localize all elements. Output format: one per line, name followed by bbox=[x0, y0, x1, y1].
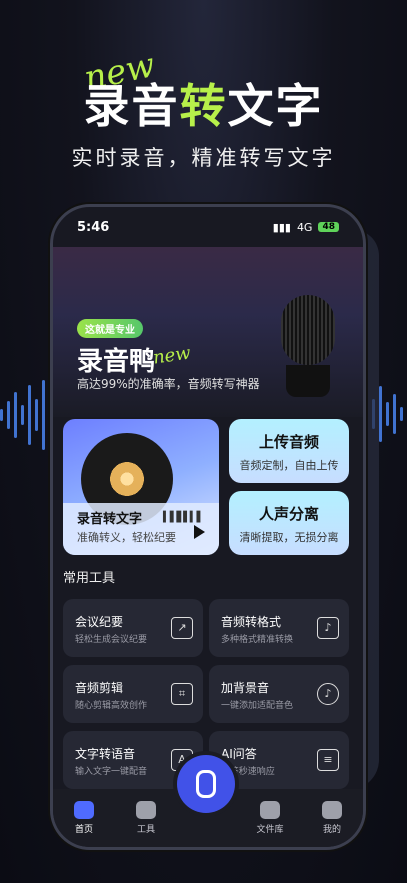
play-icon[interactable] bbox=[194, 525, 205, 539]
battery-icon: 48 bbox=[318, 222, 339, 232]
tab-home[interactable]: 首页 bbox=[59, 801, 109, 835]
feature-subtitle: 清晰提取，无损分离 bbox=[239, 531, 339, 544]
professional-tag: 这就是专业 bbox=[77, 319, 143, 338]
music-file-icon: ♪ bbox=[317, 617, 339, 639]
tool-title: 音频剪辑 bbox=[75, 681, 124, 695]
tool-subtitle: 随心剪辑高效创作 bbox=[75, 701, 148, 711]
tool-title: AI问答 bbox=[221, 747, 257, 761]
tab-profile[interactable]: 我的 bbox=[307, 801, 357, 835]
tool-title: 加背景音 bbox=[221, 681, 270, 695]
tool-title: 文字转语音 bbox=[75, 747, 136, 761]
tab-files[interactable]: 文件库 bbox=[245, 801, 295, 835]
tool-add-bgm[interactable]: 加背景音 一键添加适配音色 ♪ bbox=[209, 665, 349, 723]
phone-frame: 5:46 ▮▮▮ 4G 48 这就是专业 录音鸭 new 高达99%的准确率，音… bbox=[50, 204, 366, 850]
feature-subtitle: 音频定制，自由上传 bbox=[239, 459, 339, 472]
feature-title: 录音转文字 bbox=[77, 512, 143, 527]
tool-meeting-notes[interactable]: 会议纪要 轻松生成会议纪要 ↗ bbox=[63, 599, 203, 657]
tool-audio-edit[interactable]: 音频剪辑 随心剪辑高效创作 ⌗ bbox=[63, 665, 203, 723]
network-type: 4G bbox=[296, 220, 313, 234]
tool-subtitle: 轻松生成会议纪要 bbox=[75, 635, 148, 645]
microphone-image bbox=[281, 295, 335, 405]
app-new-badge: new bbox=[151, 342, 192, 369]
chart-board-icon: ↗ bbox=[171, 617, 193, 639]
feature-title: 上传音频 bbox=[258, 433, 319, 451]
feature-upload-audio[interactable]: 上传音频 音频定制，自由上传 bbox=[229, 419, 349, 483]
promo-subtitle: 实时录音，精准转写文字 bbox=[71, 146, 336, 170]
user-icon bbox=[322, 801, 342, 819]
promo-title: 录音转文字 bbox=[83, 79, 324, 133]
crop-icon: ⌗ bbox=[171, 683, 193, 705]
tool-title: 会议纪要 bbox=[75, 615, 124, 629]
signal-icon: ▮▮▮ bbox=[272, 220, 291, 234]
feature-record-to-text[interactable]: 录音转文字 ▍▌▋▌▍▌ 准确转义，轻松纪要 bbox=[63, 419, 219, 555]
chat-icon: ≡ bbox=[317, 749, 339, 771]
status-right: ▮▮▮ 4G 48 bbox=[273, 221, 339, 234]
app-description: 高达99%的准确率，音频转写神器 bbox=[77, 377, 260, 391]
tool-subtitle: 输入文字一键配音 bbox=[75, 767, 148, 777]
feature-subtitle: 准确转义，轻松纪要 bbox=[77, 531, 176, 544]
mini-wave-icon: ▍▌▋▌▍▌ bbox=[163, 512, 204, 523]
record-button[interactable] bbox=[177, 755, 235, 813]
folder-icon bbox=[260, 801, 280, 819]
feature-voice-separate[interactable]: 人声分离 清晰提取，无损分离 bbox=[229, 491, 349, 555]
music-note-icon: ♪ bbox=[317, 683, 339, 705]
wrench-icon bbox=[136, 801, 156, 819]
tool-subtitle: 多种格式精准转换 bbox=[221, 635, 294, 645]
feature-title: 人声分离 bbox=[258, 505, 319, 523]
tool-audio-convert[interactable]: 音频转格式 多种格式精准转换 ♪ bbox=[209, 599, 349, 657]
tool-title: 音频转格式 bbox=[221, 615, 282, 629]
hero-banner[interactable]: 这就是专业 录音鸭 new 高达99%的准确率，音频转写神器 bbox=[53, 247, 363, 417]
tab-tools[interactable]: 工具 bbox=[121, 801, 171, 835]
microphone-icon bbox=[196, 770, 216, 798]
status-time: 5:46 bbox=[77, 219, 110, 235]
section-title-tools: 常用工具 bbox=[63, 571, 116, 586]
status-bar: 5:46 ▮▮▮ 4G 48 bbox=[53, 207, 363, 247]
app-name: 录音鸭 bbox=[77, 347, 156, 377]
home-icon bbox=[74, 801, 94, 819]
tool-subtitle: 一键添加适配音色 bbox=[221, 701, 294, 711]
